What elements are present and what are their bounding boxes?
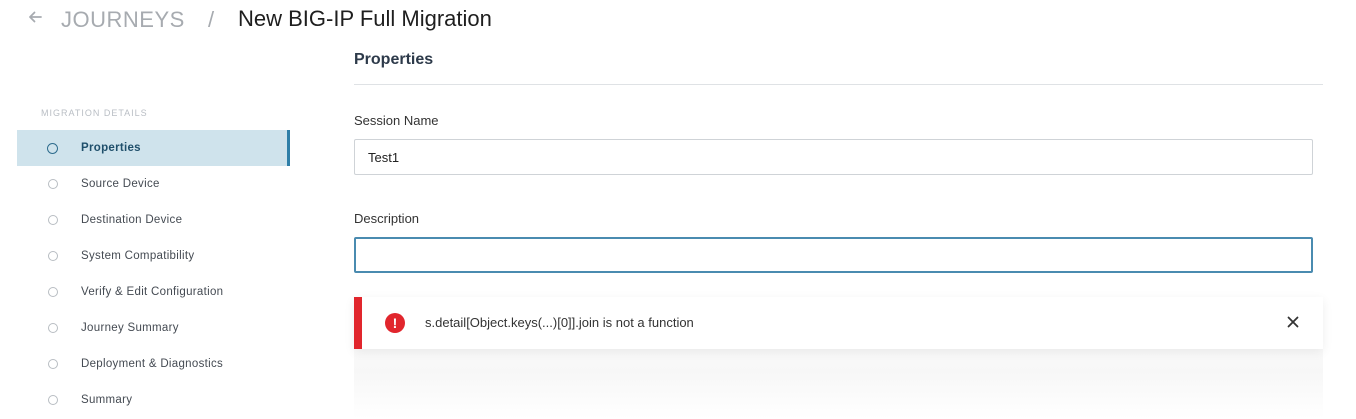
step-circle-icon	[48, 215, 58, 225]
section-title: Properties	[354, 51, 434, 68]
step-circle-icon	[47, 142, 58, 154]
sidebar-item-source-device[interactable]: Source Device	[17, 166, 290, 202]
step-circle-icon	[48, 395, 58, 405]
breadcrumb-journeys[interactable]: JOURNEYS	[61, 7, 185, 33]
sidebar-item-label: Destination Device	[81, 214, 183, 226]
session-name-input[interactable]	[354, 139, 1313, 175]
section-divider	[354, 84, 1323, 85]
sidebar-heading: MIGRATION DETAILS	[41, 108, 148, 118]
sidebar-item-deployment-diagnostics[interactable]: Deployment & Diagnostics	[17, 346, 290, 382]
description-label: Description	[354, 211, 420, 226]
sidebar-item-label: Journey Summary	[81, 322, 179, 334]
step-circle-icon	[48, 287, 58, 297]
header: JOURNEYS / New BIG-IP Full Migration	[0, 0, 1356, 40]
page: JOURNEYS / New BIG-IP Full Migration MIG…	[0, 0, 1356, 419]
error-icon: !	[385, 313, 405, 333]
step-circle-icon	[48, 251, 58, 261]
step-circle-icon	[48, 323, 58, 333]
sidebar-item-journey-summary[interactable]: Journey Summary	[17, 310, 290, 346]
sidebar-item-destination-device[interactable]: Destination Device	[17, 202, 290, 238]
arrow-left-icon[interactable]	[26, 8, 44, 26]
error-message: s.detail[Object.keys(...)[0]].join is no…	[425, 315, 694, 330]
close-icon[interactable]	[1285, 314, 1301, 330]
session-name-label: Session Name	[354, 113, 439, 128]
step-circle-icon	[48, 179, 58, 189]
sidebar-item-label: System Compatibility	[81, 250, 195, 262]
sidebar-item-summary[interactable]: Summary	[17, 382, 290, 418]
sidebar-item-system-compatibility[interactable]: System Compatibility	[17, 238, 290, 274]
description-input[interactable]	[354, 237, 1313, 273]
page-title: New BIG-IP Full Migration	[238, 6, 492, 31]
sidebar-item-label: Properties	[81, 142, 141, 154]
error-alert: ! s.detail[Object.keys(...)[0]].join is …	[354, 297, 1323, 349]
sidebar-item-label: Deployment & Diagnostics	[81, 358, 224, 370]
sidebar-item-verify-edit-configuration[interactable]: Verify & Edit Configuration	[17, 274, 290, 310]
sidebar-nav: Properties Source Device Destination Dev…	[17, 130, 290, 418]
sidebar-item-label: Verify & Edit Configuration	[81, 286, 224, 298]
sidebar-item-properties[interactable]: Properties	[17, 130, 290, 166]
sidebar-item-label: Source Device	[81, 178, 160, 190]
breadcrumb-separator: /	[208, 7, 215, 32]
step-circle-icon	[48, 359, 58, 369]
sidebar-item-label: Summary	[81, 394, 133, 406]
